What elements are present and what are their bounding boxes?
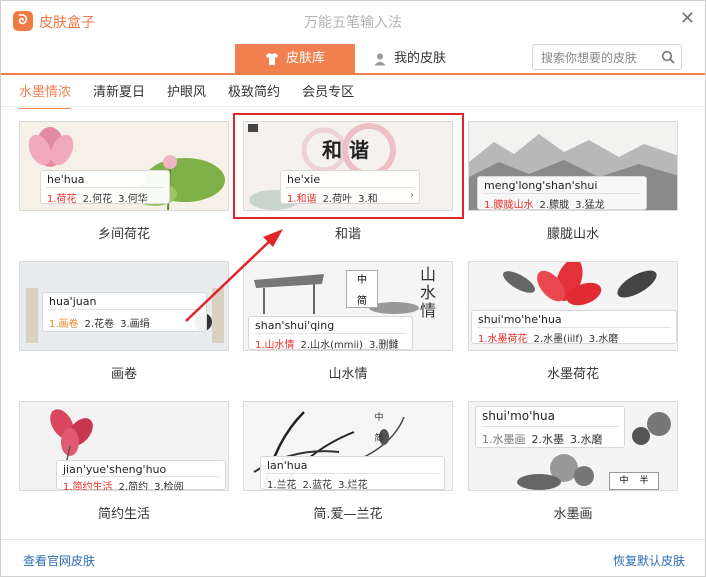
skin-box-window: ᘐ 皮肤盒子 万能五笔输入法 ✕ 皮肤库 我的皮肤 水墨情浓 清新夏日 护眼风 …: [0, 0, 706, 577]
footer: 查看官网皮肤 恢复默认皮肤: [1, 539, 705, 576]
view-official-skins-link[interactable]: 查看官网皮肤: [23, 552, 95, 569]
restore-default-skin-link[interactable]: 恢复默认皮肤: [613, 552, 685, 569]
arrow-annotation: [185, 229, 283, 322]
